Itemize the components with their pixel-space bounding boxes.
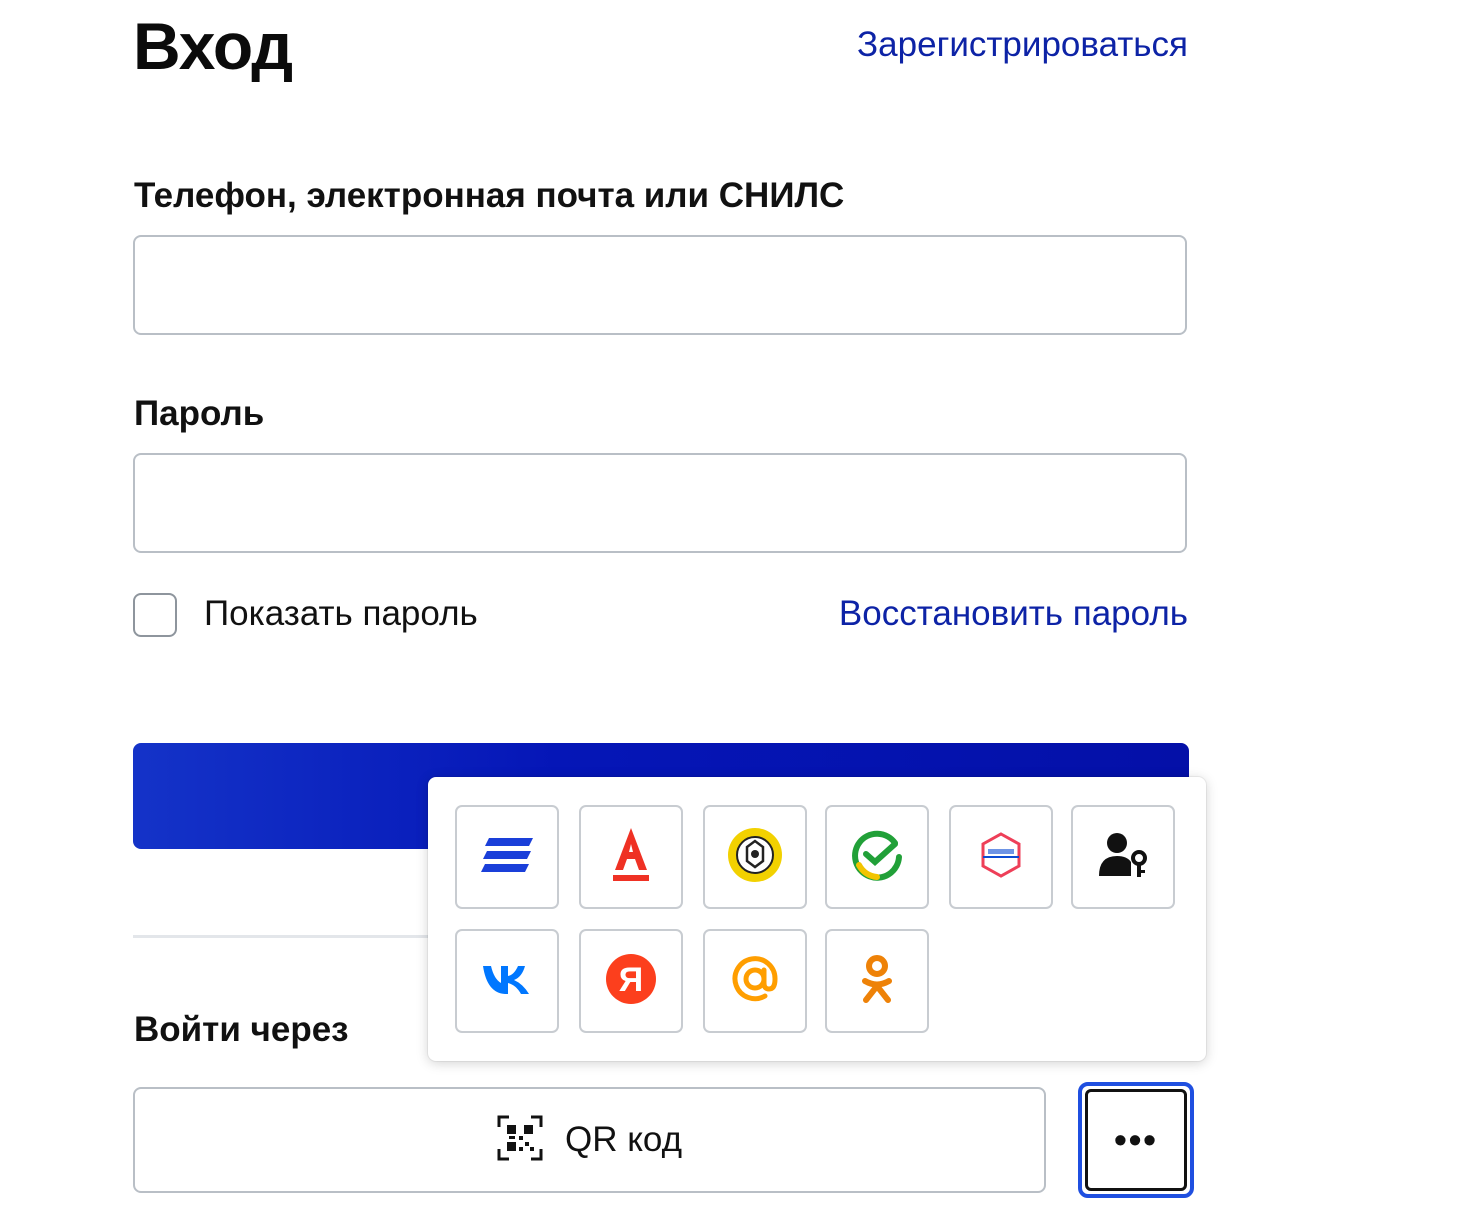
emblem-coin-icon xyxy=(727,827,783,888)
register-link[interactable]: Зарегистрироваться xyxy=(857,25,1188,65)
qr-code-button[interactable]: QR код xyxy=(133,1087,1046,1193)
provider-vk[interactable] xyxy=(455,929,559,1033)
qr-code-button-label: QR код xyxy=(564,1120,683,1159)
vk-icon xyxy=(481,963,533,1000)
page-title: Вход xyxy=(133,9,293,83)
show-password-label[interactable]: Показать пароль xyxy=(204,594,478,634)
provider-yandex[interactable]: Я xyxy=(579,929,683,1033)
yandex-icon: Я xyxy=(605,953,657,1010)
provider-gosuslugi[interactable] xyxy=(949,805,1053,909)
mail-at-icon xyxy=(731,955,779,1008)
divider xyxy=(133,935,433,938)
svg-text:Я: Я xyxy=(619,961,643,999)
alfa-bank-icon xyxy=(611,827,651,887)
more-dots-icon: ••• xyxy=(1085,1089,1187,1191)
show-password-checkbox[interactable] xyxy=(133,593,177,637)
restore-password-link[interactable]: Восстановить пароль xyxy=(839,594,1188,634)
odnoklassniki-icon xyxy=(860,954,894,1009)
sber-check-icon xyxy=(851,829,903,886)
provider-sber[interactable] xyxy=(825,805,929,909)
more-providers-button[interactable]: ••• xyxy=(1078,1082,1194,1198)
gosuslugi-icon xyxy=(978,831,1024,883)
login-label: Телефон, электронная почта или СНИЛС xyxy=(134,176,845,215)
provider-signature[interactable] xyxy=(1071,805,1175,909)
provider-mail[interactable] xyxy=(703,929,807,1033)
providers-popover: Я xyxy=(428,777,1206,1061)
provider-ok[interactable] xyxy=(825,929,929,1033)
password-input[interactable] xyxy=(133,453,1187,553)
tinkoff-stripes-icon xyxy=(481,837,533,877)
password-label: Пароль xyxy=(134,394,265,433)
login-via-label: Войти через xyxy=(134,1010,349,1049)
login-input[interactable] xyxy=(133,235,1187,335)
provider-emblem[interactable] xyxy=(703,805,807,909)
user-key-icon xyxy=(1099,832,1147,883)
provider-alfa[interactable] xyxy=(579,805,683,909)
provider-tinkoff[interactable] xyxy=(455,805,559,909)
qr-code-icon xyxy=(497,1115,543,1166)
